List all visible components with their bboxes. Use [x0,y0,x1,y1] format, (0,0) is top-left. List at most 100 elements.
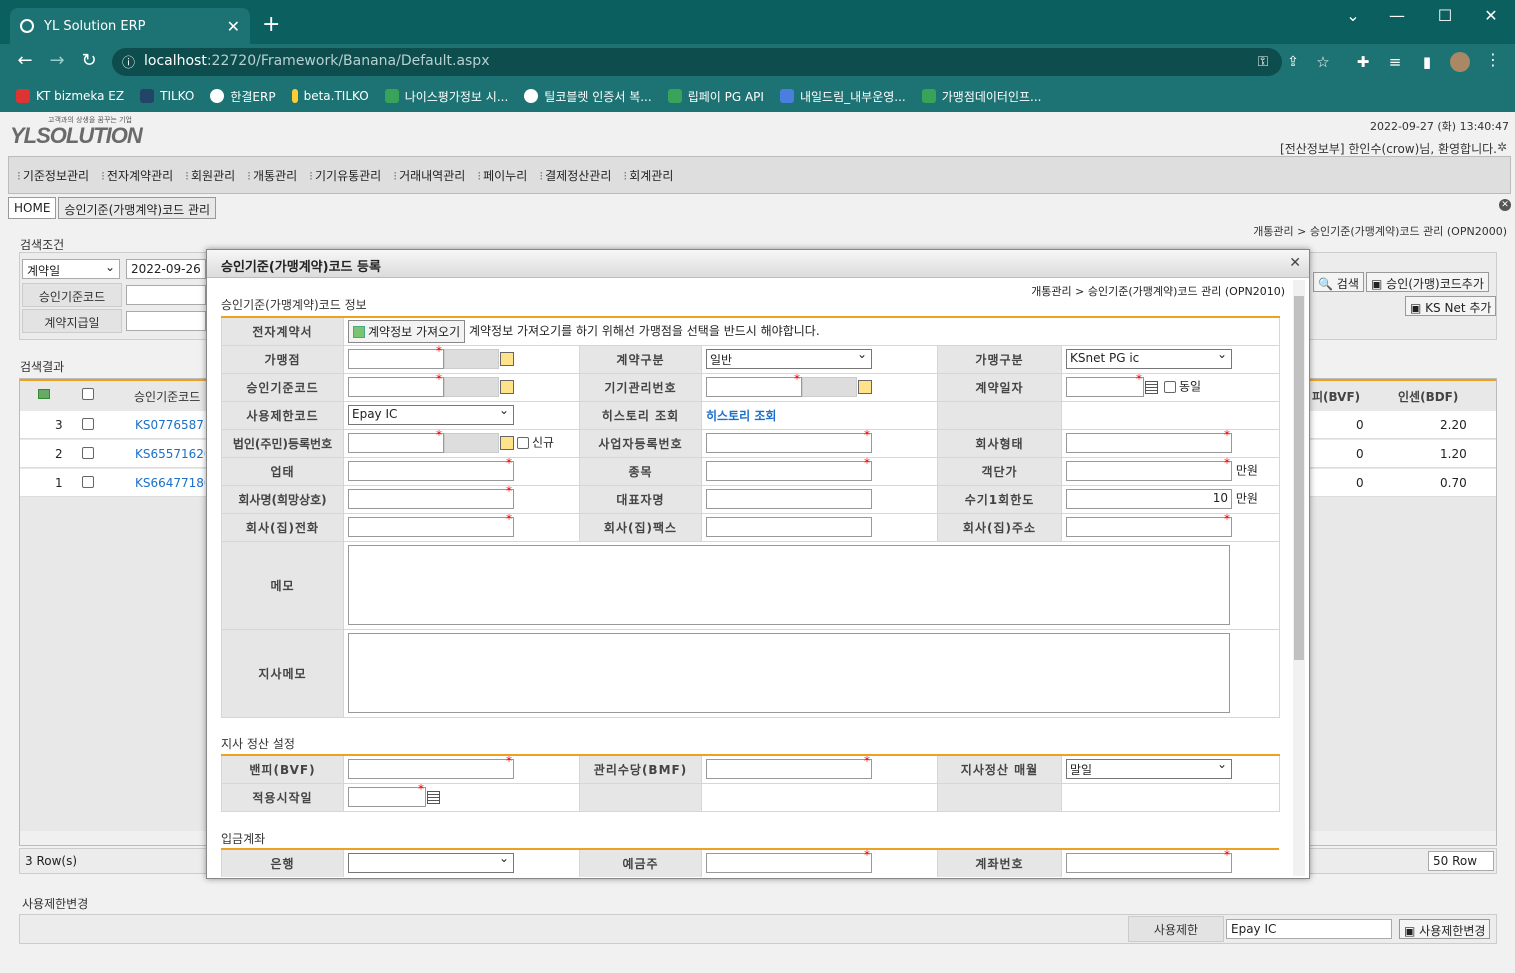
key-icon[interactable]: ⚿ [1250,54,1276,70]
same-checkbox[interactable] [1164,381,1176,393]
menu-item[interactable]: 전자계약관리 [97,167,181,184]
approval-code-input[interactable] [348,372,444,397]
bookmark-item[interactable]: 한결ERP [210,88,276,105]
item-input[interactable] [706,456,872,481]
address-input[interactable] [1066,512,1232,537]
dialog-scrollbar[interactable] [1293,280,1305,876]
info-icon[interactable]: ⓘ [122,52,135,71]
row-checkbox[interactable] [82,447,94,459]
restrict-select[interactable]: Epay IC [1226,919,1392,939]
bvf-input[interactable] [348,754,514,780]
maximize-icon[interactable]: ☐ [1430,6,1460,25]
menu-item[interactable]: 기기유통관리 [305,167,389,184]
profile-avatar[interactable] [1450,52,1470,72]
monthly-settle-select[interactable]: 말일 [1066,757,1232,780]
reading-list-icon[interactable]: ≡ [1382,53,1408,71]
device-no-input[interactable] [706,372,802,397]
calendar-icon[interactable] [427,790,440,804]
forward-icon[interactable]: → [44,50,70,71]
bookmark-item[interactable]: 가맹점데이터인프... [921,88,1042,105]
row-checkbox[interactable] [82,476,94,488]
menu-item[interactable]: 결제정산관리 [535,167,619,184]
bookmark-item[interactable]: 립페이 PG API [667,88,764,105]
bookmark-item[interactable]: beta.TILKO [291,89,369,103]
bmf-input[interactable] [706,754,872,780]
store-search-icon[interactable] [500,352,514,366]
extensions-icon[interactable]: ✚ [1350,53,1376,71]
new-tab-button[interactable]: + [262,12,280,37]
manual-limit-input[interactable]: 10 [1066,489,1232,509]
approval-code-input[interactable] [126,285,206,305]
biz-no-input[interactable] [706,428,872,453]
pay-date-input[interactable] [126,311,206,331]
menu-item[interactable]: 거래내역관리 [389,167,473,184]
bookmark-item[interactable]: 내일드림_내부운영... [779,88,906,105]
tab-search-icon[interactable]: ⌄ [1338,6,1368,25]
bookmark-item[interactable]: 틸코블렛 인증서 복... [524,88,652,105]
account-no-input[interactable] [1066,848,1232,874]
phone-input[interactable] [348,512,514,537]
corp-no-input[interactable] [348,428,444,453]
import-contract-button[interactable]: 계약정보 가져오기 [348,319,466,343]
select-all-checkbox[interactable] [82,388,94,400]
calendar-icon[interactable] [1145,380,1158,394]
ksnet-add-button[interactable]: ▣ KS Net 추가 [1405,296,1497,316]
business-input[interactable] [348,456,514,481]
menu-item[interactable]: 개통관리 [243,167,305,184]
close-window-icon[interactable]: ✕ [1476,6,1506,25]
dialog-close-icon[interactable]: ✕ [1289,255,1301,271]
approval-code-search-icon[interactable] [500,380,514,394]
page-size-select[interactable]: 50 Row [1428,851,1494,871]
store-type-select[interactable]: KSnet PG ic [1066,347,1232,369]
star-icon[interactable]: ☆ [1310,53,1336,71]
branch-memo-textarea[interactable] [348,633,1230,713]
menu-item[interactable]: 페이누리 [473,167,535,184]
date-from-input[interactable]: 2022-09-26 [126,259,206,279]
share-icon[interactable]: ⇪ [1280,54,1306,70]
use-limit-select[interactable]: Epay IC [348,403,514,425]
menu-item[interactable]: 회원관리 [181,167,243,184]
unit-price-input[interactable] [1066,456,1232,481]
more-menu-icon[interactable]: ⋮ [1480,50,1506,69]
settings-icon[interactable]: ✲ [1497,140,1507,154]
tab-opn2000[interactable]: 승인기준(가맹계약)코드 관리 [58,197,217,219]
ceo-input[interactable] [706,489,872,509]
history-link[interactable]: 히스토리 조회 [706,409,776,423]
menu-item[interactable]: 회계관리 [619,167,681,184]
row-code-link[interactable]: KS07765873 [135,418,205,432]
restrict-change-button[interactable]: ▣ 사용제한변경 [1399,919,1491,939]
excel-icon[interactable] [38,389,50,399]
date-type-select[interactable]: 계약일 ⌄ [22,259,120,279]
company-type-input[interactable] [1066,428,1232,453]
back-icon[interactable]: ← [12,50,38,71]
close-tabs-icon[interactable]: ✕ [1499,199,1511,211]
tab-home[interactable]: HOME [8,197,57,219]
browser-tab[interactable]: YL Solution ERP ✕ [10,8,250,44]
reload-icon[interactable]: ↻ [76,50,102,71]
start-date-input[interactable] [348,782,426,807]
holder-input[interactable] [706,848,872,874]
close-tab-icon[interactable]: ✕ [227,17,240,36]
corp-search-icon[interactable] [500,436,514,450]
sidepanel-icon[interactable]: ▮ [1414,53,1440,71]
contract-type-select[interactable]: 일반 [706,347,872,369]
url-input[interactable]: ⓘ localhost:22720/Framework/Banana/Defau… [112,48,1282,76]
memo-textarea[interactable] [348,545,1230,625]
bank-select[interactable] [348,851,514,874]
search-button[interactable]: 🔍 검색 [1313,272,1364,292]
row-code-link[interactable]: KS66477180 [135,476,205,490]
add-code-button[interactable]: ▣ 승인(가맹)코드추가 [1366,272,1489,292]
device-search-icon[interactable] [858,380,872,394]
new-checkbox[interactable] [517,437,529,449]
contract-date-input[interactable] [1066,372,1144,397]
row-checkbox[interactable] [82,418,94,430]
menu-item[interactable]: 기준정보관리 [13,167,97,184]
row-code-link[interactable]: KS65571620 [135,447,205,461]
bookmark-item[interactable]: 나이스평가정보 시... [384,88,508,105]
minimize-icon[interactable]: — [1382,6,1412,25]
company-name-input[interactable] [348,484,514,509]
fax-input[interactable] [706,517,872,537]
bookmark-item[interactable]: KT bizmeka EZ [16,89,124,103]
bookmark-item[interactable]: TILKO [140,89,194,103]
store-input[interactable] [348,344,444,369]
